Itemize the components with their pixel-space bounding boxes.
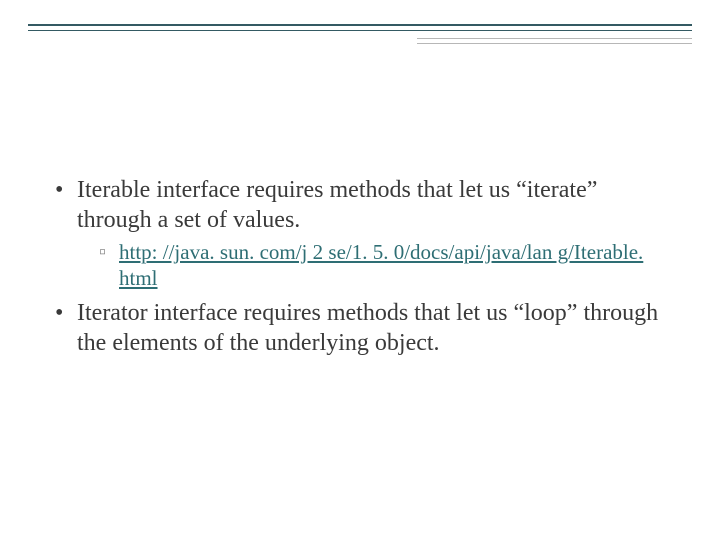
header-rule-top [28,24,692,31]
bullet-item-2: Iterator interface requires methods that… [55,298,665,358]
bullet-list: Iterable interface requires methods that… [55,175,665,358]
slide-body: Iterable interface requires methods that… [55,175,665,364]
sub-bullet-list: http: //java. sun. com/j 2 se/1. 5. 0/do… [77,239,665,292]
slide: Iterable interface requires methods that… [0,0,720,540]
bullet-text-1: Iterable interface requires methods that… [77,177,597,233]
bullet-item-1: Iterable interface requires methods that… [55,175,665,292]
header-rule-right [417,38,692,44]
bullet-text-2: Iterator interface requires methods that… [77,300,658,356]
iterable-doc-link[interactable]: http: //java. sun. com/j 2 se/1. 5. 0/do… [119,240,643,290]
sub-bullet-item-1: http: //java. sun. com/j 2 se/1. 5. 0/do… [99,239,665,292]
